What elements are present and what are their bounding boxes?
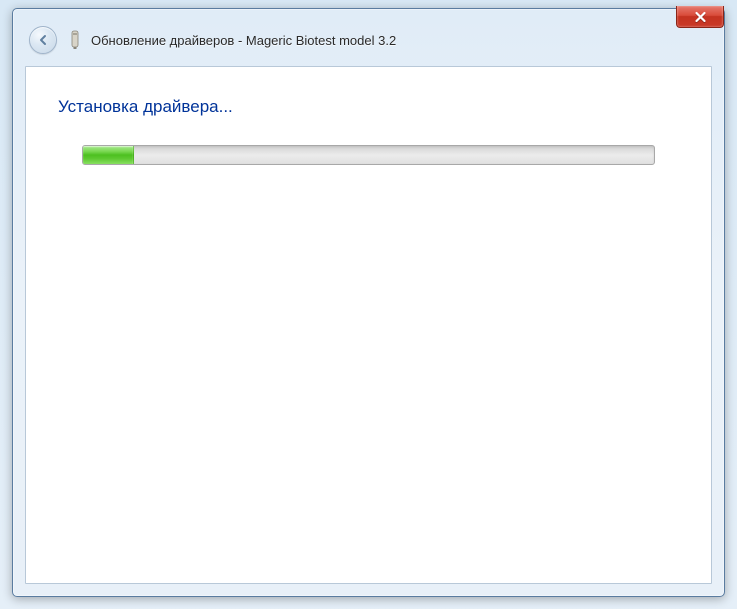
device-icon	[67, 30, 83, 50]
install-heading: Установка драйвера...	[58, 97, 233, 117]
progress-bar	[82, 145, 655, 165]
content-panel: Установка драйвера...	[25, 66, 712, 584]
back-arrow-icon	[36, 33, 50, 47]
window-frame: Обновление драйверов - Mageric Biotest m…	[12, 8, 725, 597]
progress-container	[82, 145, 655, 165]
progress-fill	[83, 146, 134, 164]
title-bar: Обновление драйверов - Mageric Biotest m…	[25, 21, 712, 59]
window-title: Обновление драйверов - Mageric Biotest m…	[91, 33, 396, 48]
back-button[interactable]	[29, 26, 57, 54]
